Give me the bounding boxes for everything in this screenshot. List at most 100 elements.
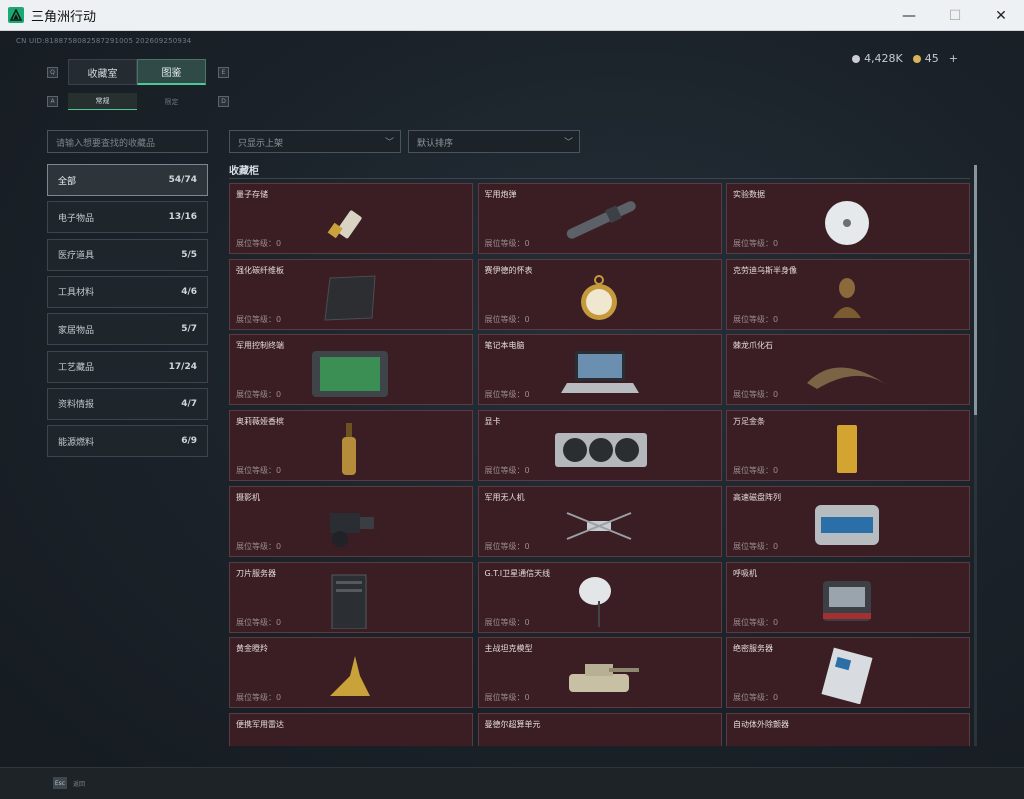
- booth-level-label: 展位等级：: [484, 617, 525, 627]
- collection-card[interactable]: 曼德尔超算单元: [477, 712, 722, 746]
- collection-card[interactable]: 绝密服务器 展位等级：0: [726, 637, 970, 709]
- booth-level-label: 展位等级：: [236, 239, 276, 248]
- carbon-plate-icon: [300, 268, 400, 326]
- collection-card[interactable]: 强化碳纤维板 展位等级：0: [229, 258, 473, 330]
- category-label: 全部: [58, 176, 77, 187]
- collection-card[interactable]: 克劳迪乌斯半身像 展位等级：0: [726, 258, 970, 330]
- category-item[interactable]: 电子物品 13/16: [47, 201, 208, 234]
- disc-icon: [797, 192, 897, 250]
- booth-level-value: 0: [773, 541, 779, 551]
- chevron-down-icon: ﹀: [384, 138, 394, 148]
- booth-level-label: 展位等级：: [733, 239, 773, 248]
- category-item[interactable]: 能源燃料 6/9: [47, 425, 208, 458]
- scrollbar-thumb[interactable]: [974, 165, 977, 415]
- item-name: 军用控制终端: [236, 341, 284, 351]
- collection-card[interactable]: 笔记本电脑 展位等级：0: [477, 334, 722, 406]
- sort-dropdown[interactable]: 默认排序 ﹀: [408, 130, 580, 153]
- booth-level-value: 0: [773, 693, 779, 703]
- booth-level-label: 展位等级：: [236, 390, 276, 400]
- collection-card[interactable]: 显卡 展位等级：0: [477, 410, 722, 482]
- collection-card[interactable]: 万足金条展位等级：0: [726, 410, 970, 482]
- category-item[interactable]: 工具材料 4/6: [47, 275, 208, 308]
- collection-card[interactable]: 量子存储 展位等级：0: [229, 183, 473, 254]
- blade-server-icon: [300, 571, 400, 629]
- key-hint-d: D: [218, 96, 229, 107]
- collection-card[interactable]: G.T.I卫星通信天线 展位等级：0: [477, 561, 722, 633]
- category-item[interactable]: 工艺藏品 17/24: [47, 350, 208, 383]
- satellite-dish-icon: [549, 571, 649, 629]
- booth-level: 展位等级：0: [485, 314, 530, 325]
- window-titlebar: 三角洲行动 — ☐ ✕: [0, 0, 1024, 31]
- game-viewport: CN UID:8188758082587291005 202609250934 …: [0, 31, 1024, 799]
- booth-level-label: 展位等级：: [236, 617, 276, 627]
- category-label: 能源燃料: [58, 437, 95, 448]
- subtab-limited[interactable]: 限定: [137, 93, 206, 110]
- collection-card[interactable]: 高速磁盘阵列 展位等级：0: [726, 485, 970, 557]
- key-hint-q: Q: [47, 67, 58, 78]
- defibrillator-icon: [797, 722, 897, 746]
- collection-card[interactable]: 呼吸机 展位等级：0: [726, 561, 970, 633]
- booth-level: 展位等级：0: [733, 465, 778, 476]
- window-title: 三角洲行动: [31, 9, 97, 25]
- category-item[interactable]: 全部 54/74: [47, 164, 208, 196]
- subtab-regular[interactable]: 常规: [68, 93, 137, 110]
- item-name: 棘龙爪化石: [733, 341, 773, 351]
- collection-card[interactable]: 军用无人机 展位等级：0: [477, 485, 722, 557]
- collection-card[interactable]: 奥莉薇娅香槟 展位等级：0: [229, 410, 473, 482]
- drone-icon: [549, 495, 649, 553]
- booth-level-label: 展位等级：: [484, 314, 525, 324]
- collection-card[interactable]: 摄影机 展位等级：0: [229, 485, 473, 557]
- item-name: 实验数据: [733, 190, 765, 199]
- close-button[interactable]: ✕: [978, 0, 1024, 31]
- booth-level-value: 0: [524, 617, 530, 627]
- maximize-button[interactable]: ☐: [932, 0, 978, 31]
- radar-icon: [300, 722, 400, 746]
- filter-dropdown[interactable]: 只显示上架 ﹀: [229, 130, 401, 153]
- category-item[interactable]: 医疗道具 5/5: [47, 238, 208, 271]
- collection-card[interactable]: 刀片服务器 展位等级：0: [229, 561, 473, 633]
- currency-bar: 4,428K 45 +: [852, 52, 958, 65]
- item-name: 强化碳纤维板: [236, 265, 284, 275]
- search-input[interactable]: 请输入想要查找的收藏品: [47, 130, 208, 153]
- tab-codex[interactable]: 图鉴: [137, 59, 206, 85]
- collection-card[interactable]: 棘龙爪化石 展位等级：0: [726, 334, 970, 406]
- booth-level: 展位等级：0: [236, 465, 281, 476]
- booth-level-label: 展位等级：: [733, 314, 773, 324]
- booth-level-label: 展位等级：: [733, 541, 773, 551]
- champagne-icon: [300, 419, 400, 477]
- collection-card[interactable]: 军用控制终端 展位等级：0: [229, 334, 473, 406]
- booth-level-label: 展位等级：: [236, 466, 276, 476]
- booth-level: 展位等级：0: [236, 541, 281, 552]
- booth-level-label: 展位等级：: [484, 693, 525, 703]
- booth-level-value: 0: [276, 617, 282, 627]
- app-logo-icon: [8, 7, 24, 23]
- minimize-button[interactable]: —: [886, 0, 932, 31]
- booth-level-label: 展位等级：: [733, 693, 773, 703]
- item-name: 万足金条: [733, 417, 765, 427]
- item-name: 曼德尔超算单元: [484, 719, 541, 729]
- category-item[interactable]: 资料情报 4/7: [47, 387, 208, 420]
- item-name: 军用炮弹: [484, 190, 517, 199]
- category-item[interactable]: 家居物品 5/7: [47, 313, 208, 346]
- esc-key-hint[interactable]: Esc: [53, 777, 67, 789]
- booth-level-label: 展位等级：: [733, 617, 773, 627]
- collection-card[interactable]: 自动体外除颤器: [726, 712, 970, 746]
- category-count: 17/24: [168, 361, 197, 372]
- collection-card[interactable]: 便携军用雷达: [229, 712, 473, 746]
- collection-card[interactable]: 军用炮弹 展位等级：0: [477, 183, 722, 254]
- collection-card[interactable]: 主战坦克模型 展位等级：0: [477, 637, 722, 709]
- gold-bar-icon: [797, 419, 897, 477]
- item-name: 量子存储: [236, 190, 268, 199]
- add-currency-button[interactable]: +: [949, 52, 958, 65]
- bottom-bar: [0, 767, 1024, 799]
- collection-card[interactable]: 实验数据 展位等级：0: [726, 183, 970, 254]
- item-name: 高速磁盘阵列: [733, 492, 781, 502]
- booth-level-value: 0: [276, 466, 282, 476]
- tab-collection-room[interactable]: 收藏室: [68, 59, 137, 85]
- collection-card[interactable]: 黄金瞪羚 展位等级：0: [229, 637, 473, 709]
- category-label: 医疗道具: [58, 251, 95, 262]
- booth-level-label: 展位等级：: [484, 466, 525, 476]
- ventilator-icon: [797, 571, 897, 629]
- booth-level-label: 展位等级：: [733, 466, 773, 476]
- collection-card[interactable]: 赛伊德的怀表 展位等级：0: [477, 258, 722, 330]
